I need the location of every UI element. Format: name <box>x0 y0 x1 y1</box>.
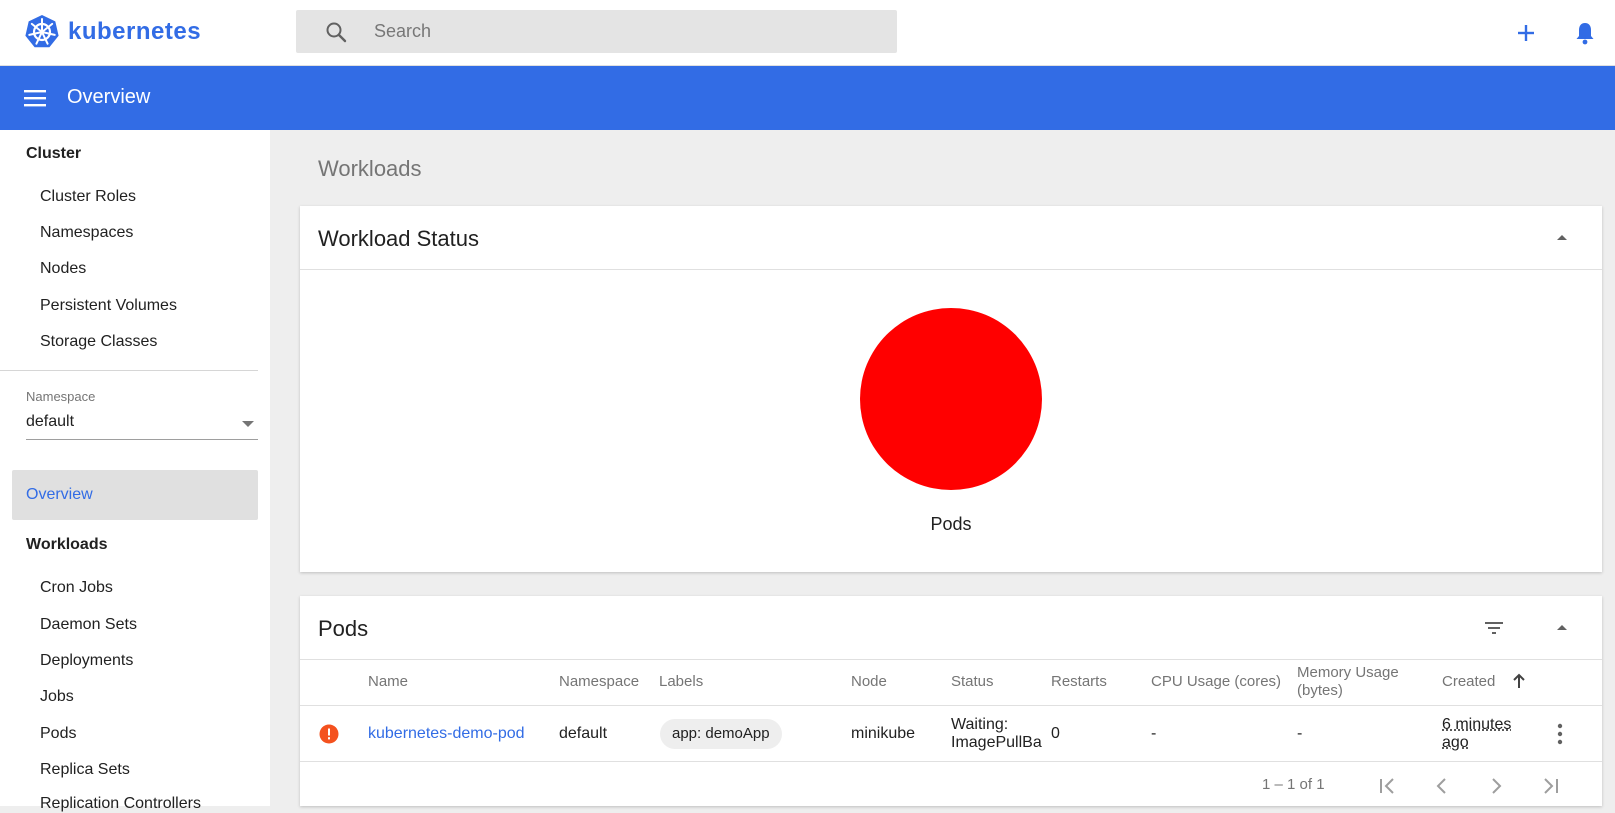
column-header-restarts[interactable]: Restarts <box>1051 673 1107 691</box>
search-bar[interactable] <box>296 10 897 53</box>
hamburger-menu-icon[interactable] <box>22 86 48 110</box>
card-header: Pods <box>300 596 1602 660</box>
column-header-node[interactable]: Node <box>851 673 887 691</box>
error-status-icon <box>319 724 339 744</box>
page-header: Overview <box>0 66 1615 130</box>
next-page-icon[interactable] <box>1482 772 1510 800</box>
sidebar-item-overview-label: Overview <box>26 486 93 503</box>
column-header-namespace[interactable]: Namespace <box>559 673 639 691</box>
pie-slice-failed <box>860 308 1042 490</box>
label-chip: app: demoApp <box>660 719 782 749</box>
sort-ascending-icon[interactable] <box>1511 672 1527 690</box>
sidebar-heading-workloads[interactable]: Workloads <box>26 536 108 554</box>
pagination-range: 1 – 1 of 1 <box>1262 776 1325 793</box>
pods-card: Pods <box>300 596 1602 806</box>
create-button[interactable] <box>1511 18 1541 48</box>
column-header-name[interactable]: Name <box>368 673 408 691</box>
search-icon <box>326 22 347 42</box>
sidebar-item-jobs[interactable]: Jobs <box>40 688 74 706</box>
collapse-arrow-icon[interactable] <box>1550 616 1574 640</box>
sidebar-divider <box>0 370 258 371</box>
collapse-arrow-icon[interactable] <box>1550 226 1574 250</box>
pod-status: Waiting: ImagePullBac <box>951 716 1042 751</box>
top-bar: kubernetes <box>0 0 1615 66</box>
sidebar-item-persistent-volumes[interactable]: Persistent Volumes <box>40 297 177 315</box>
dropdown-caret-icon <box>242 421 254 427</box>
card-header: Workload Status <box>300 206 1602 270</box>
pod-memory-usage: - <box>1297 725 1303 742</box>
pods-status-pie-chart <box>860 308 1042 490</box>
bell-icon <box>1576 23 1594 45</box>
plus-icon <box>1518 25 1534 41</box>
sidebar-heading-cluster[interactable]: Cluster <box>26 145 81 163</box>
namespace-value: default <box>26 413 75 430</box>
first-page-icon[interactable] <box>1374 772 1402 800</box>
card-title: Pods <box>318 616 369 641</box>
column-header-cpu-usage: CPU Usage (cores) <box>1151 673 1282 690</box>
previous-page-icon[interactable] <box>1428 772 1456 800</box>
kubernetes-logo-icon <box>25 15 59 48</box>
page-title: Overview <box>67 86 151 108</box>
last-page-icon[interactable] <box>1536 772 1564 800</box>
brand-name: kubernetes <box>68 18 202 45</box>
pod-created: 6 minutes ago <box>1442 716 1512 751</box>
sidebar-item-cron-jobs[interactable]: Cron Jobs <box>40 579 113 597</box>
sidebar-item-storage-classes[interactable]: Storage Classes <box>40 333 157 351</box>
search-input[interactable] <box>374 21 854 42</box>
sidebar-item-namespaces[interactable]: Namespaces <box>40 224 133 242</box>
namespace-selector[interactable]: default <box>26 410 258 440</box>
sidebar-item-pods[interactable]: Pods <box>40 725 76 743</box>
sidebar: Cluster Cluster Roles Namespaces Nodes P… <box>0 130 270 812</box>
pod-namespace: default <box>559 725 608 742</box>
sidebar-item-overview[interactable]: Overview <box>12 470 258 520</box>
filter-icon[interactable] <box>1482 616 1506 640</box>
column-header-created[interactable]: Created <box>1442 673 1495 691</box>
table-divider <box>300 761 1602 762</box>
sidebar-item-cluster-roles[interactable]: Cluster Roles <box>40 188 136 206</box>
namespace-label: Namespace <box>26 389 96 404</box>
pod-name-link[interactable]: kubernetes-demo-pod <box>368 725 525 743</box>
sidebar-item-replication-controllers[interactable]: Replication Controllers <box>40 795 201 813</box>
notifications-button[interactable] <box>1570 18 1600 48</box>
pod-restarts: 0 <box>1051 725 1060 742</box>
more-vert-icon[interactable] <box>1550 722 1570 746</box>
column-header-status[interactable]: Status <box>951 673 994 691</box>
sidebar-item-deployments[interactable]: Deployments <box>40 652 133 670</box>
pie-chart-label: Pods <box>930 514 972 534</box>
sidebar-item-replica-sets[interactable]: Replica Sets <box>40 761 130 779</box>
card-title: Workload Status <box>318 226 480 251</box>
pod-cpu-usage: - <box>1151 725 1157 742</box>
sidebar-item-nodes[interactable]: Nodes <box>40 260 86 278</box>
table-divider <box>300 705 1602 706</box>
column-header-memory-usage: Memory Usage (bytes) <box>1297 664 1399 699</box>
kubernetes-logo[interactable]: kubernetes <box>24 14 201 50</box>
pod-node[interactable]: minikube <box>851 725 915 743</box>
column-header-labels: Labels <box>659 673 704 690</box>
section-title: Workloads <box>318 156 422 181</box>
workload-status-card: Workload Status Pods <box>300 206 1602 572</box>
sidebar-item-daemon-sets[interactable]: Daemon Sets <box>40 616 137 634</box>
